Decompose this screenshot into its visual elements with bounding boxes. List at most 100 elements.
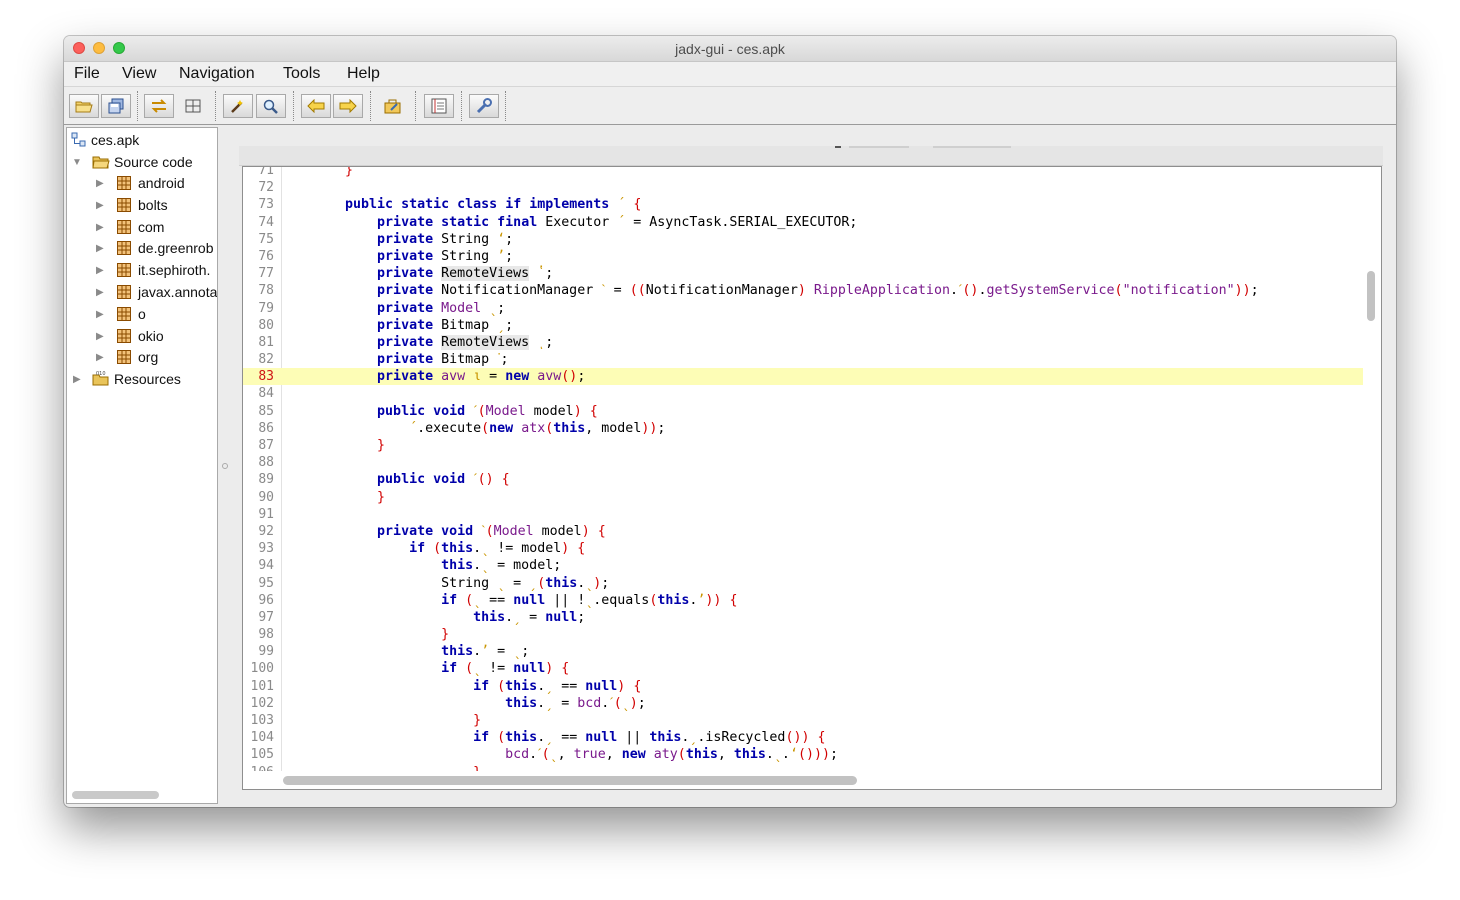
collapsed-arrow-icon[interactable]: ▶ <box>96 200 104 211</box>
tree-item-package[interactable]: ▶ okio <box>67 327 217 347</box>
tree-item-source-code[interactable]: ▼ Source code <box>67 153 217 173</box>
package-icon <box>117 306 131 321</box>
tree-item-root[interactable]: ces.apk <box>67 131 217 151</box>
tree-label: it.sephiroth. <box>138 262 211 279</box>
menu-help[interactable]: Help <box>347 65 380 83</box>
tree-item-package[interactable]: ▶ it.sephiroth. <box>67 261 217 281</box>
tree-item-package[interactable]: ▶ javax.annota <box>67 283 217 303</box>
code-line[interactable]: 104 if (this.ˏ == null || this.ˏ.isRecyc… <box>243 729 1363 746</box>
code-line[interactable]: 82 private Bitmap ᐝ; <box>243 351 1363 368</box>
code-line[interactable]: 84 <box>243 385 1363 402</box>
code-line[interactable]: 99 this.ʼ = ˎ; <box>243 643 1363 660</box>
code-text: ´.execute(new atx(this, model)); <box>409 420 666 436</box>
settings-button[interactable] <box>469 94 499 118</box>
menu-navigation[interactable]: Navigation <box>179 65 255 83</box>
collapsed-arrow-icon[interactable]: ▶ <box>96 243 104 254</box>
code-line[interactable]: 75 private String ʻ; <box>243 231 1363 248</box>
tree-item-package[interactable]: ▶ de.greenrob <box>67 239 217 259</box>
code-line[interactable]: 77 private RemoteViews ʽ; <box>243 265 1363 282</box>
line-number: 77 <box>258 266 274 282</box>
code-line[interactable]: 81 private RemoteViews ͺ; <box>243 334 1363 351</box>
menu-view[interactable]: View <box>122 65 156 83</box>
code-line[interactable]: 72 <box>243 179 1363 196</box>
code-line[interactable]: 94 this.ˎ = model; <box>243 557 1363 574</box>
line-number: 71 <box>258 167 274 178</box>
title-bar[interactable]: jadx-gui - ces.apk <box>64 36 1396 62</box>
toolbar-separator <box>461 91 462 121</box>
decompile-all-icon <box>231 100 243 113</box>
code-line[interactable]: 96 if (ˎ == null || !ˎ.equals(this.ʼ)) { <box>243 592 1363 609</box>
code-line[interactable]: 93 if (this.ˎ != model) { <box>243 540 1363 557</box>
tree-item-package[interactable]: ▶ o <box>67 305 217 325</box>
decompile-all-button[interactable] <box>223 94 253 118</box>
code-line[interactable]: 78 private NotificationManager ˋ = ((Not… <box>243 282 1363 299</box>
menu-tools[interactable]: Tools <box>283 65 320 83</box>
code-line[interactable]: 89 public void ˊ() { <box>243 471 1363 488</box>
tree-item-package[interactable]: ▶ com <box>67 218 217 238</box>
tree-item-package[interactable]: ▶ bolts <box>67 196 217 216</box>
collapsed-arrow-icon[interactable]: ▶ <box>96 309 104 320</box>
tree-label: com <box>138 218 165 235</box>
code-line[interactable]: 73 public static class if implements ´ { <box>243 196 1363 213</box>
line-number: 78 <box>258 283 274 299</box>
code-line[interactable]: 74 private static final Executor ´ = Asy… <box>243 214 1363 231</box>
line-number: 89 <box>258 472 274 488</box>
code-line[interactable]: 80 private Bitmap ˏ; <box>243 317 1363 334</box>
code-line[interactable]: 79 private Model ˎ; <box>243 300 1363 317</box>
back-button[interactable] <box>301 94 331 118</box>
code-line[interactable]: 86 ´.execute(new atx(this, model)); <box>243 420 1363 437</box>
code-line[interactable]: 87 } <box>243 437 1363 454</box>
line-number: 103 <box>250 713 274 728</box>
tree-item-package[interactable]: ▶ org <box>67 348 217 368</box>
save-all-button[interactable] <box>101 94 131 118</box>
menu-file[interactable]: File <box>74 65 100 83</box>
flatten-packages-button[interactable] <box>178 94 208 118</box>
tree-label: Resources <box>114 371 181 387</box>
code-line[interactable]: 103 } <box>243 712 1363 729</box>
code-line[interactable]: 88 <box>243 454 1363 471</box>
code-line[interactable]: 90 } <box>243 489 1363 506</box>
tree-item-resources[interactable]: ▶ 010 Resources <box>67 370 217 390</box>
collapsed-arrow-icon[interactable]: ▶ <box>96 222 104 233</box>
tree-horizontal-scrollbar[interactable] <box>72 791 159 799</box>
sync-button[interactable] <box>144 94 174 118</box>
splitter-handle[interactable] <box>222 463 228 469</box>
tree-item-package[interactable]: ▶ android <box>67 174 217 194</box>
code-line[interactable]: 76 private String ʼ; <box>243 248 1363 265</box>
log-viewer-button[interactable] <box>424 94 454 118</box>
forward-button[interactable] <box>333 94 363 118</box>
code-line[interactable]: 95 String ˎ = ˏ(this.ˎ); <box>243 575 1363 592</box>
code-line[interactable]: 101 if (this.ˏ == null) { <box>243 678 1363 695</box>
file-tree: ces.apk ▼ Source code ▶ android ▶ bolts ▶ com… <box>66 127 218 804</box>
open-file-button[interactable] <box>69 94 99 118</box>
collapsed-arrow-icon[interactable]: ▶ <box>96 331 104 342</box>
code-line[interactable]: 91 <box>243 506 1363 523</box>
vertical-scrollbar[interactable] <box>1367 271 1375 321</box>
open-file-icon <box>75 101 93 113</box>
apk-icon <box>71 132 86 147</box>
search-button[interactable] <box>256 94 286 118</box>
collapsed-arrow-icon[interactable]: ▶ <box>73 374 81 385</box>
code-line[interactable]: 98 } <box>243 626 1363 643</box>
code-line[interactable]: 85 public void ˊ(Model model) { <box>243 403 1363 420</box>
collapsed-arrow-icon[interactable]: ▶ <box>96 287 104 298</box>
code-line[interactable]: 83 private avw ι = new avw(); <box>243 368 1363 386</box>
preferences-button[interactable] <box>378 94 408 118</box>
horizontal-scrollbar[interactable] <box>283 776 857 785</box>
collapsed-arrow-icon[interactable]: ▶ <box>96 178 104 189</box>
collapsed-arrow-icon[interactable]: ▶ <box>96 352 104 363</box>
code-line[interactable]: 106 } <box>243 764 1363 771</box>
code-viewport[interactable]: 71 } 72 73 public static class if implemen… <box>243 167 1363 771</box>
collapsed-arrow-icon[interactable]: ▶ <box>96 265 104 276</box>
code-line[interactable]: 102 this.ˏ = bcd.ˊ(ˎ); <box>243 695 1363 712</box>
expanded-arrow-icon[interactable]: ▼ <box>72 157 82 168</box>
code-line[interactable]: 105 bcd.ˊ(ˎ, true, new aty(this, this.ˎ.… <box>243 746 1363 763</box>
code-line[interactable]: 100 if (ˎ != null) { <box>243 660 1363 677</box>
tree-label: de.greenrob <box>138 240 214 257</box>
code-line[interactable]: 92 private void ˋ(Model model) { <box>243 523 1363 540</box>
code-text: } <box>377 489 386 505</box>
code-editor[interactable]: 71 } 72 73 public static class if implemen… <box>242 166 1382 790</box>
code-line[interactable]: 71 } <box>243 167 1363 179</box>
package-icon <box>117 176 131 190</box>
code-line[interactable]: 97 this.ˏ = null; <box>243 609 1363 626</box>
